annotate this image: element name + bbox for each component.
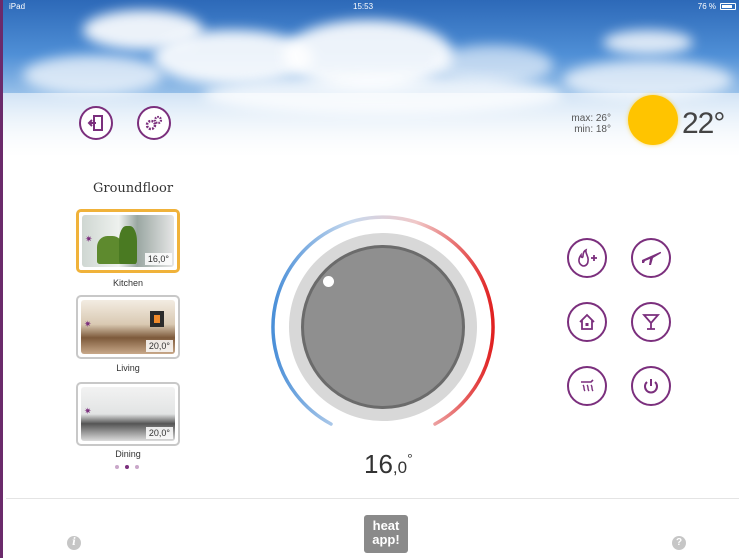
max-temp: max: 26° xyxy=(571,113,611,124)
cocktail-icon xyxy=(642,314,660,330)
settings-button[interactable] xyxy=(137,106,171,140)
min-temp: min: 18° xyxy=(574,124,611,135)
setpoint-integer: 16 xyxy=(364,449,393,479)
room-tile-living[interactable]: ✷ 20,0° xyxy=(76,295,180,359)
battery-percent: 76 % xyxy=(697,2,716,11)
exit-door-icon xyxy=(87,115,103,131)
room-label: Dining xyxy=(115,449,141,459)
hot-water-button[interactable] xyxy=(567,366,607,406)
sun-indicator-icon: ✷ xyxy=(85,234,93,244)
power-button[interactable] xyxy=(631,366,671,406)
page-dot-active[interactable] xyxy=(125,465,129,469)
sun-icon xyxy=(628,95,678,145)
boost-button[interactable] xyxy=(567,238,607,278)
room-label: Living xyxy=(116,363,140,373)
clock: 15:53 xyxy=(353,2,374,11)
room-temp: 20,0° xyxy=(145,427,173,439)
outside-temperature: 22° xyxy=(682,107,725,140)
page-dot[interactable] xyxy=(115,465,119,469)
holiday-mode-button[interactable] xyxy=(631,238,671,278)
help-icon[interactable]: ? xyxy=(672,536,686,550)
home-icon xyxy=(579,313,595,330)
logo-line1: heat xyxy=(372,518,400,533)
home-mode-button[interactable] xyxy=(567,302,607,342)
sky-header: iPad 15:53 76 % xyxy=(3,0,739,155)
boost-flame-icon xyxy=(578,248,597,267)
heatapp-logo: heat app! xyxy=(364,515,408,553)
sun-indicator-icon: ✷ xyxy=(84,406,92,416)
logo-line2: app! xyxy=(372,532,400,547)
hot-water-shower-icon xyxy=(581,379,594,392)
room-temp: 16,0° xyxy=(144,253,172,265)
room-tile-dining[interactable]: ✷ 20,0° xyxy=(76,382,180,446)
setpoint-unit: ° xyxy=(407,450,413,467)
room-label: Kitchen xyxy=(112,278,144,288)
dial-position-marker[interactable] xyxy=(323,276,334,287)
app-frame: iPad 15:53 76 % max: 26° min: 18° 22° Gr… xyxy=(0,0,739,558)
airplane-icon xyxy=(642,251,662,265)
floor-title: Groundfloor xyxy=(93,181,174,196)
room-temp: 20,0° xyxy=(145,340,173,352)
party-mode-button[interactable] xyxy=(631,302,671,342)
thermostat-dial[interactable] xyxy=(301,245,465,409)
power-icon xyxy=(644,379,658,394)
page-indicator[interactable] xyxy=(115,465,139,469)
info-icon[interactable]: i xyxy=(67,536,81,550)
exit-button[interactable] xyxy=(79,106,113,140)
battery-icon xyxy=(720,3,736,10)
min-max-temps: max: 26° min: 18° xyxy=(559,113,611,135)
carrier-label: iPad xyxy=(9,2,26,11)
settings-gears-icon xyxy=(145,115,163,131)
status-bar: iPad 15:53 76 % xyxy=(3,0,739,14)
setpoint-decimal: ,0 xyxy=(392,458,408,477)
page-dot[interactable] xyxy=(135,465,139,469)
sun-indicator-icon: ✷ xyxy=(84,319,92,329)
footer-divider xyxy=(6,498,739,499)
setpoint-temperature: 16,0° xyxy=(364,449,413,480)
room-tile-kitchen[interactable]: ✷ 16,0° xyxy=(76,209,180,273)
